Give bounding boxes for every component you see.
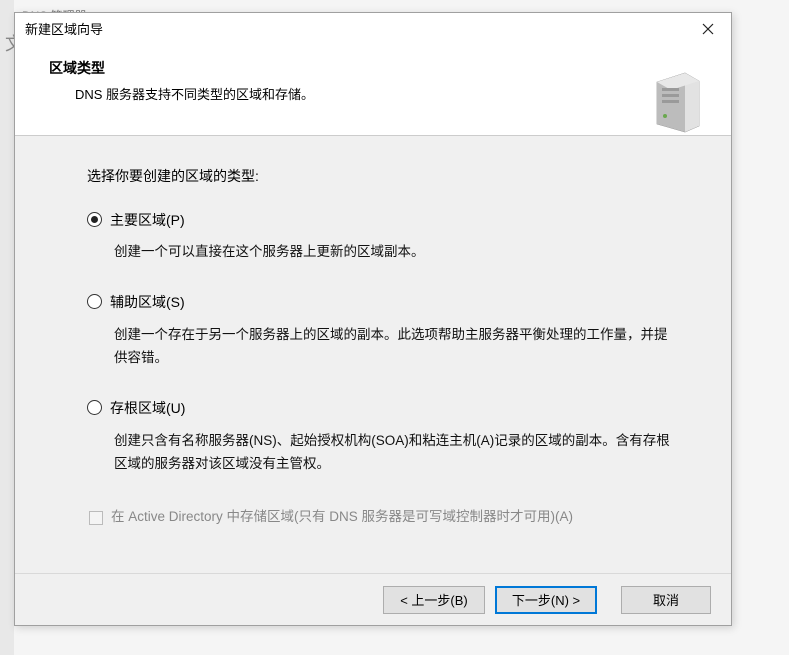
parent-window-strip (0, 0, 14, 655)
radio-secondary-zone-desc: 创建一个存在于另一个服务器上的区域的副本。此选项帮助主服务器平衡处理的工作量，并… (114, 324, 673, 370)
radio-primary-zone[interactable] (87, 212, 102, 227)
server-icon (651, 70, 703, 137)
dialog-title: 新建区域向导 (25, 19, 103, 38)
header-title: 区域类型 (49, 58, 709, 78)
radio-stub-zone-desc: 创建只含有名称服务器(NS)、起始授权机构(SOA)和粘连主机(A)记录的区域的… (114, 430, 673, 476)
close-button[interactable] (685, 13, 731, 44)
ad-store-checkbox-label: 在 Active Directory 中存储区域(只有 DNS 服务器是可写域控… (111, 507, 573, 528)
radio-primary-zone-desc: 创建一个可以直接在这个服务器上更新的区域副本。 (114, 241, 673, 264)
radio-primary-zone-label[interactable]: 主要区域(P) (110, 210, 683, 232)
radio-stub-zone[interactable] (87, 400, 102, 415)
next-button[interactable]: 下一步(N) > (495, 586, 597, 614)
titlebar: 新建区域向导 (15, 13, 731, 44)
radio-secondary-zone[interactable] (87, 294, 102, 309)
ad-store-checkbox (89, 511, 103, 525)
option-primary-zone: 主要区域(P) 创建一个可以直接在这个服务器上更新的区域副本。 (87, 210, 683, 265)
option-stub-zone: 存根区域(U) 创建只含有名称服务器(NS)、起始授权机构(SOA)和粘连主机(… (87, 398, 683, 476)
cancel-button[interactable]: 取消 (621, 586, 711, 614)
wizard-header: 区域类型 DNS 服务器支持不同类型的区域和存储。 (15, 44, 731, 136)
wizard-content: 选择你要创建的区域的类型: 主要区域(P) 创建一个可以直接在这个服务器上更新的… (15, 136, 731, 573)
close-icon (702, 23, 714, 35)
option-secondary-zone: 辅助区域(S) 创建一个存在于另一个服务器上的区域的副本。此选项帮助主服务器平衡… (87, 292, 683, 370)
radio-stub-zone-label[interactable]: 存根区域(U) (110, 398, 683, 420)
wizard-footer: < 上一步(B) 下一步(N) > 取消 (15, 573, 731, 625)
header-subtitle: DNS 服务器支持不同类型的区域和存储。 (75, 84, 709, 103)
radio-secondary-zone-label[interactable]: 辅助区域(S) (110, 292, 683, 314)
back-button[interactable]: < 上一步(B) (383, 586, 485, 614)
zone-type-prompt: 选择你要创建的区域的类型: (87, 166, 683, 188)
ad-store-checkbox-row: 在 Active Directory 中存储区域(只有 DNS 服务器是可写域控… (89, 507, 683, 528)
new-zone-wizard-dialog: 新建区域向导 区域类型 DNS 服务器支持不同类型的区域和存储。 选择你 (14, 12, 732, 626)
